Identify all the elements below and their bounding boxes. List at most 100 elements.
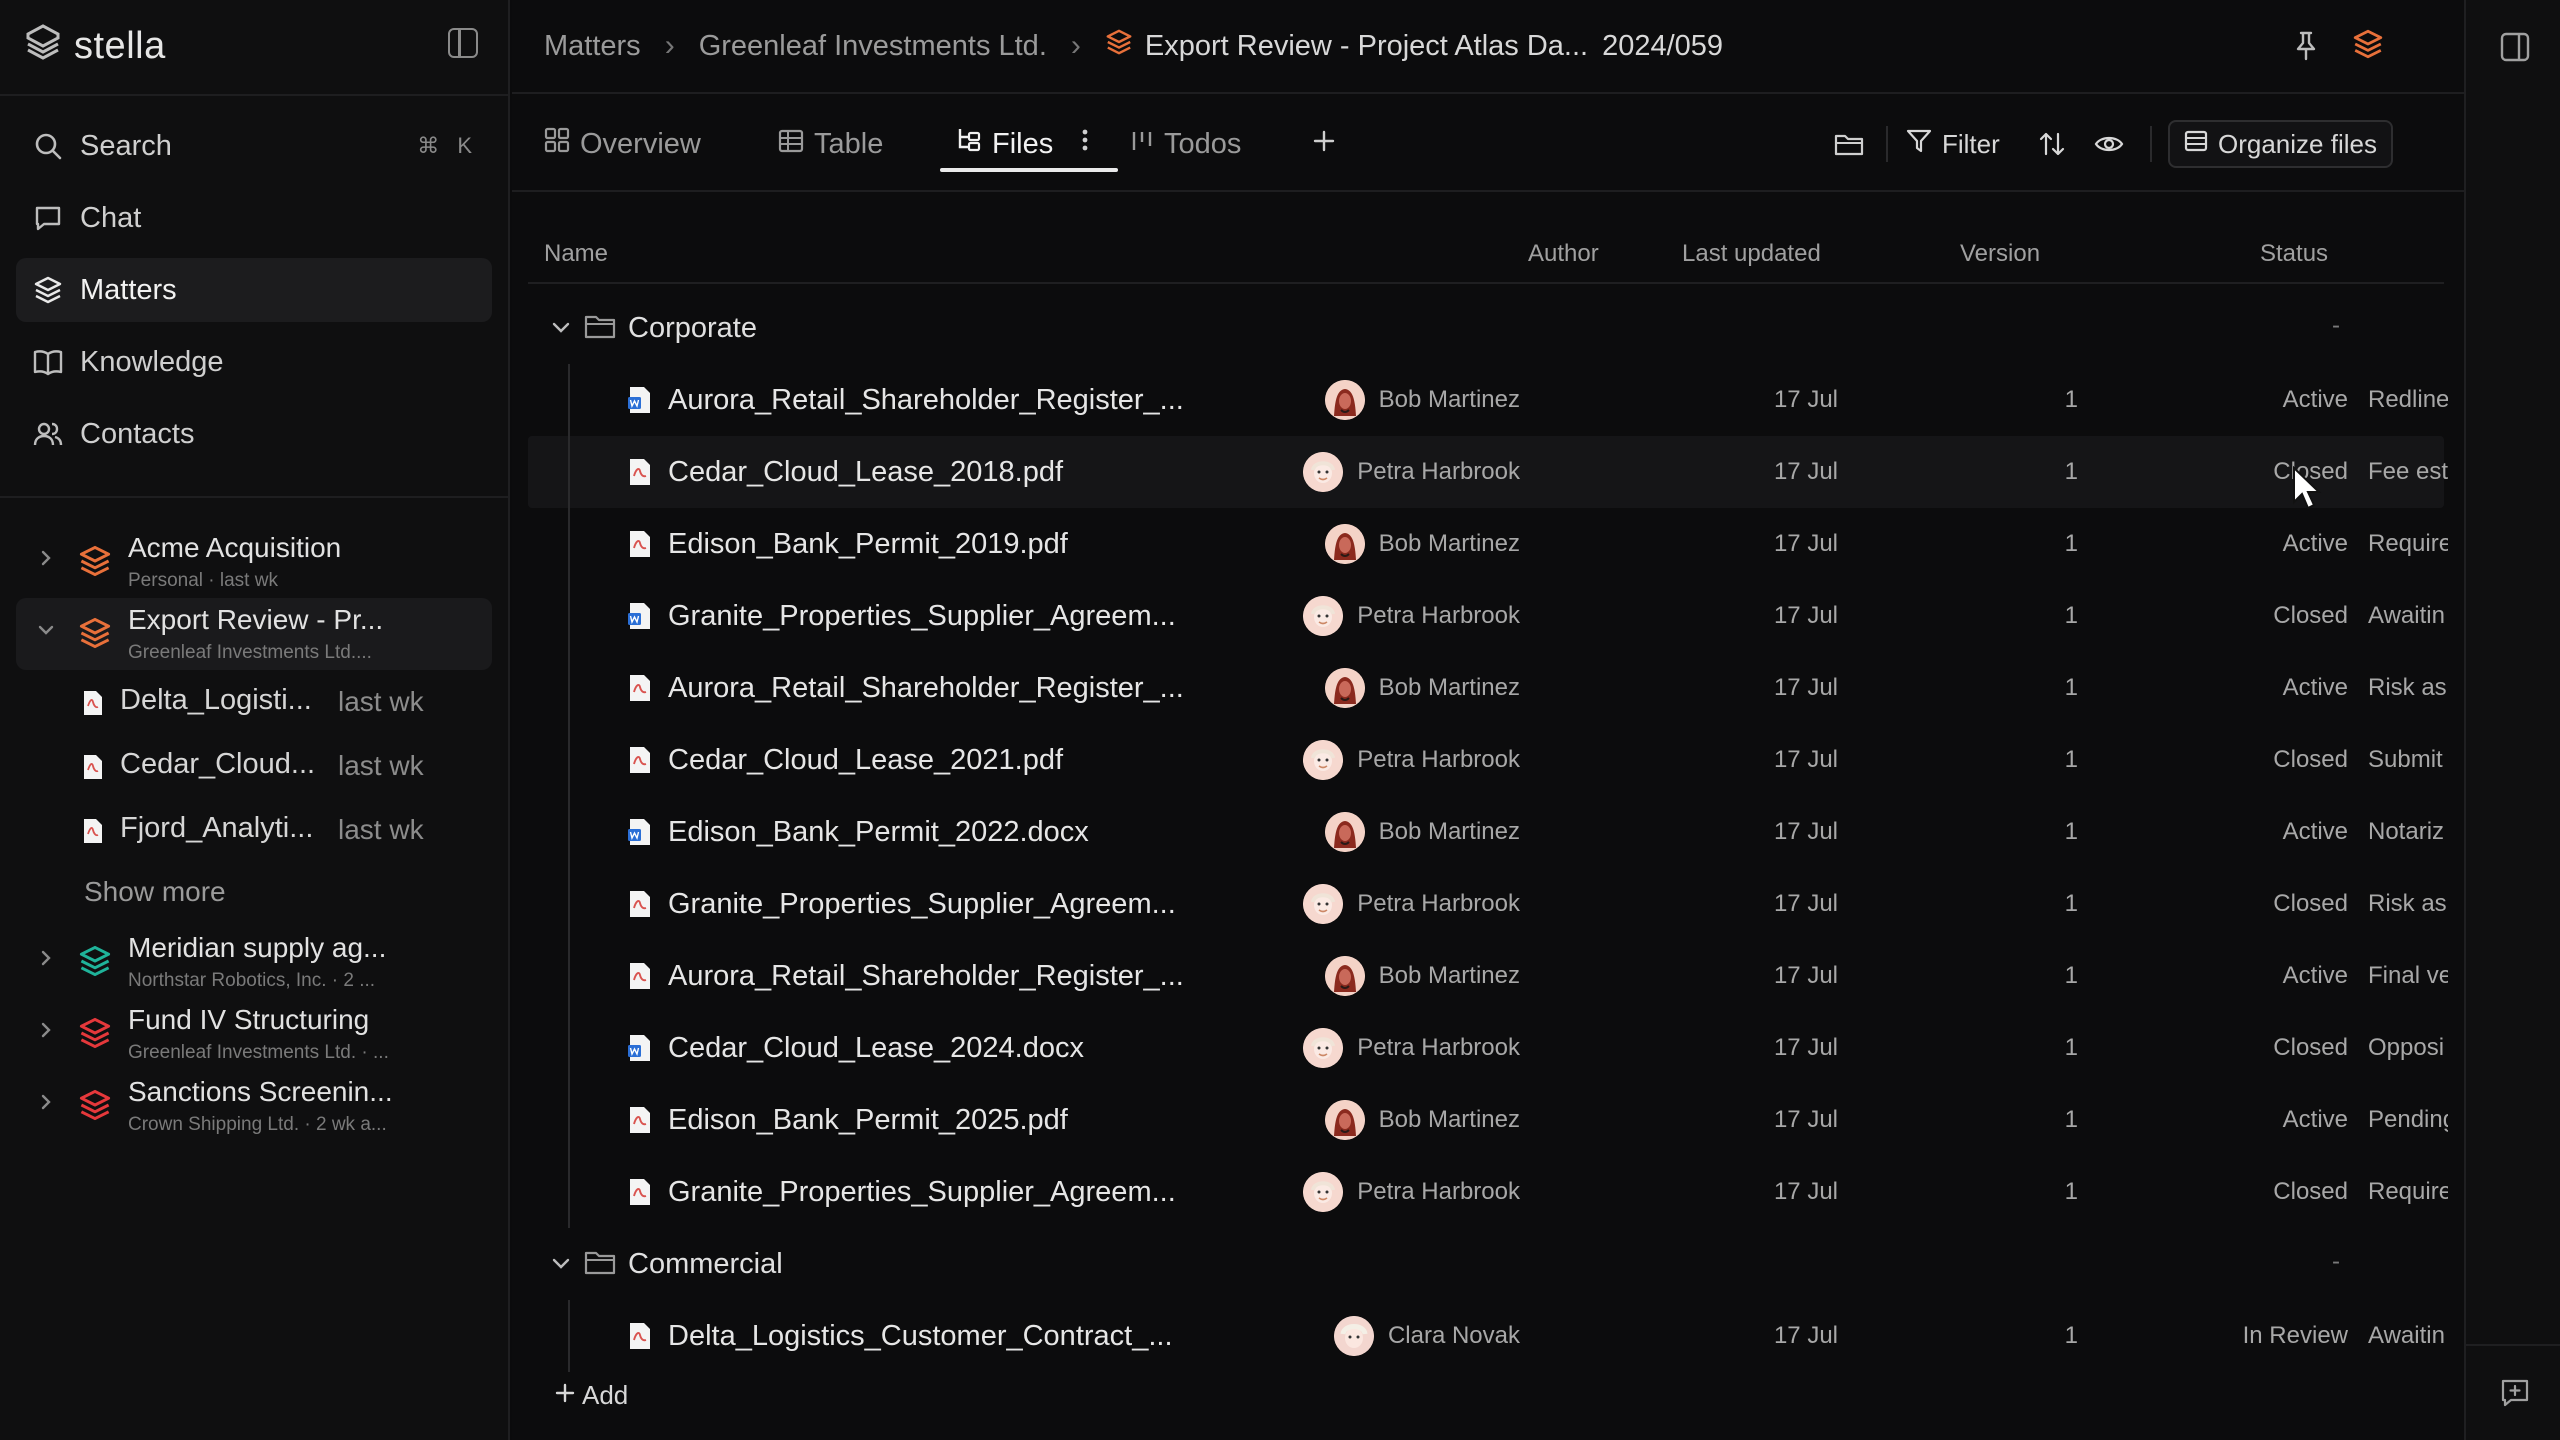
- file-name[interactable]: Cedar_Cloud_Lease_2018.pdf: [668, 456, 1063, 489]
- organize-files-button[interactable]: Organize files: [2168, 120, 2393, 168]
- nav-knowledge[interactable]: Knowledge: [16, 330, 492, 394]
- add-tab-button[interactable]: [1312, 120, 1336, 168]
- tab-files[interactable]: Files: [956, 120, 1089, 168]
- table-row[interactable]: Granite_Properties_Supplier_Agreem... Pet…: [528, 1156, 2448, 1228]
- version: 1: [2064, 818, 2078, 845]
- status-badge[interactable]: Closed: [2188, 602, 2348, 630]
- brand[interactable]: stella: [24, 18, 166, 74]
- table-row[interactable]: Cedar_Cloud_Lease_2024.docx Petra Harbroo…: [528, 1012, 2444, 1084]
- file-name[interactable]: Cedar_Cloud_Lease_2021.pdf: [668, 744, 1063, 777]
- status-badge[interactable]: Closed: [2188, 1034, 2348, 1062]
- sidebar-file-item[interactable]: Delta_Logisti... last wk: [16, 670, 492, 734]
- version: 1: [2064, 602, 2078, 629]
- breadcrumb-matter-title: Export Review - Project Atlas Da...: [1144, 29, 1589, 62]
- file-name[interactable]: Granite_Properties_Supplier_Agreem...: [668, 600, 1176, 633]
- eye-icon[interactable]: [2094, 120, 2124, 168]
- matter-item-meridian[interactable]: Meridian supply ag... Northstar Robotics…: [16, 926, 492, 998]
- table-row[interactable]: Granite_Properties_Supplier_Agreem... Pet…: [528, 868, 2448, 940]
- chevron-down-icon[interactable]: [550, 318, 572, 343]
- file-name[interactable]: Edison_Bank_Permit_2019.pdf: [668, 528, 1068, 561]
- breadcrumb-client[interactable]: Greenleaf Investments Ltd.: [699, 30, 1047, 63]
- file-name[interactable]: Granite_Properties_Supplier_Agreem...: [668, 888, 1176, 921]
- column-header-name[interactable]: Name: [544, 240, 608, 268]
- chevron-down-icon[interactable]: [550, 1254, 572, 1279]
- nav-search[interactable]: Search ⌘ K: [16, 114, 492, 178]
- column-header-author[interactable]: Author: [1528, 240, 1599, 268]
- status-badge[interactable]: Closed: [2188, 458, 2348, 486]
- add-button[interactable]: Add: [554, 1380, 628, 1411]
- nav-chat[interactable]: Chat: [16, 186, 492, 250]
- tab-todos[interactable]: Todos: [1130, 120, 1241, 168]
- status-badge[interactable]: Active: [2188, 962, 2348, 990]
- table-row[interactable]: Granite_Properties_Supplier_Agreem... Pet…: [528, 580, 2445, 652]
- file-name[interactable]: Granite_Properties_Supplier_Agreem...: [668, 1176, 1176, 1209]
- table-row[interactable]: Aurora_Retail_Shareholder_Register_... Bo…: [528, 652, 2448, 724]
- file-name[interactable]: Edison_Bank_Permit_2022.docx: [668, 816, 1089, 849]
- column-header-updated[interactable]: Last updated: [1682, 240, 1821, 268]
- matter-stack-icon[interactable]: [2352, 28, 2384, 68]
- column-header-version[interactable]: Version: [1960, 240, 2040, 268]
- status-badge[interactable]: Active: [2188, 386, 2348, 414]
- nav-matters[interactable]: Matters: [16, 258, 492, 322]
- tab-table[interactable]: Table: [778, 120, 883, 168]
- chevron-right-icon[interactable]: [36, 948, 56, 968]
- add-comment-icon[interactable]: [2500, 1378, 2530, 1413]
- status-badge[interactable]: Closed: [2188, 890, 2348, 918]
- avatar: [1324, 524, 1365, 564]
- table-row[interactable]: Edison_Bank_Permit_2019.pdf Bob Martinez 1…: [528, 508, 2448, 580]
- sidebar-file-item[interactable]: Fjord_Analyti... last wk: [16, 798, 492, 862]
- pin-icon[interactable]: [2292, 30, 2320, 70]
- tab-overview[interactable]: Overview: [544, 120, 701, 168]
- filter-button[interactable]: Filter: [1906, 120, 2000, 168]
- file-name[interactable]: Aurora_Retail_Shareholder_Register_...: [668, 960, 1184, 993]
- sidebar-toggle-button[interactable]: [448, 28, 478, 58]
- file-name[interactable]: Aurora_Retail_Shareholder_Register_...: [668, 384, 1184, 417]
- table-row[interactable]: Cedar_Cloud_Lease_2021.pdf Petra Harbrook…: [528, 724, 2444, 796]
- folder-status: -: [2332, 1248, 2340, 1275]
- matter-item-sanctions[interactable]: Sanctions Screenin... Crown Shipping Ltd…: [16, 1070, 492, 1142]
- panel-toggle-icon[interactable]: [2500, 32, 2530, 67]
- tree-guide-line: [568, 580, 570, 652]
- author-cell: Bob Martinez: [1324, 380, 1520, 420]
- matter-item-acme[interactable]: Acme Acquisition Personal · last wk: [16, 526, 492, 598]
- nav-contacts[interactable]: Contacts: [16, 402, 492, 466]
- chat-icon: [32, 202, 64, 234]
- breadcrumb-matters[interactable]: Matters: [544, 30, 641, 63]
- chevron-right-icon[interactable]: [36, 1020, 56, 1040]
- status-badge[interactable]: Active: [2188, 530, 2348, 558]
- table-row[interactable]: Edison_Bank_Permit_2025.pdf Bob Martinez 1…: [528, 1084, 2448, 1156]
- sort-button[interactable]: [2038, 120, 2066, 168]
- table-row[interactable]: Cedar_Cloud_Lease_2018.pdf Petra Harbrook…: [528, 436, 2448, 508]
- status-badge[interactable]: Closed: [2188, 746, 2348, 774]
- notes-cell: Require: [2368, 530, 2448, 557]
- matter-item-export-review[interactable]: Export Review - Pr... Greenleaf Investme…: [16, 598, 492, 670]
- file-name[interactable]: Cedar_Cloud_Lease_2024.docx: [668, 1032, 1084, 1065]
- version: 1: [2064, 890, 2078, 917]
- folder-icon[interactable]: [1834, 120, 1864, 168]
- file-name[interactable]: Aurora_Retail_Shareholder_Register_...: [668, 672, 1184, 705]
- show-more-link[interactable]: Show more: [16, 862, 492, 926]
- status-badge[interactable]: Closed: [2188, 1178, 2348, 1206]
- column-header-status[interactable]: Status: [2260, 240, 2328, 268]
- status-badge[interactable]: Active: [2188, 818, 2348, 846]
- last-updated: 17 Jul: [1773, 602, 1838, 629]
- chevron-down-icon[interactable]: [36, 620, 56, 640]
- table-row[interactable]: Aurora_Retail_Shareholder_Register_... Bo…: [528, 940, 2448, 1012]
- matter-item-fund-iv[interactable]: Fund IV Structuring Greenleaf Investment…: [16, 998, 492, 1070]
- table-row[interactable]: Edison_Bank_Permit_2022.docx Bob Martinez…: [528, 796, 2444, 868]
- sidebar-file-item[interactable]: Cedar_Cloud... last wk: [16, 734, 492, 798]
- word-file-icon: [628, 386, 652, 419]
- chevron-right-icon[interactable]: [36, 548, 56, 568]
- folder-group-row[interactable]: Corporate -: [528, 292, 2444, 364]
- status-badge[interactable]: Active: [2188, 1106, 2348, 1134]
- file-name[interactable]: Edison_Bank_Permit_2025.pdf: [668, 1104, 1068, 1137]
- chevron-right-icon[interactable]: [36, 1092, 56, 1112]
- breadcrumb-matter[interactable]: Export Review - Project Atlas Da...: [1105, 28, 1588, 64]
- status-badge[interactable]: In Review: [2188, 1322, 2348, 1350]
- file-name[interactable]: Delta_Logistics_Customer_Contract_...: [668, 1320, 1173, 1353]
- folder-group-row[interactable]: Commercial -: [528, 1228, 2444, 1300]
- more-vertical-icon[interactable]: [1081, 127, 1089, 161]
- table-row[interactable]: Delta_Logistics_Customer_Contract_... Cla…: [528, 1300, 2445, 1372]
- status-badge[interactable]: Active: [2188, 674, 2348, 702]
- table-row[interactable]: Aurora_Retail_Shareholder_Register_... Bo…: [528, 364, 2448, 436]
